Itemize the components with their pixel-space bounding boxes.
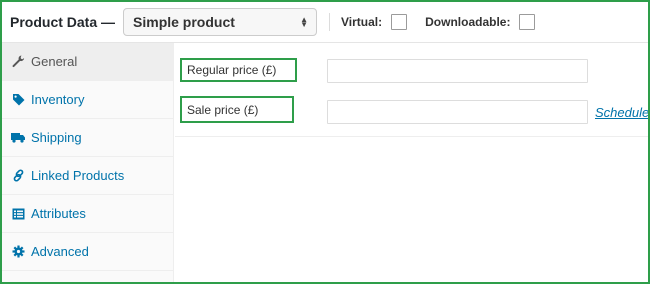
- panel-title: Product Data —: [10, 14, 116, 30]
- regular-price-input[interactable]: [327, 59, 588, 83]
- virtual-checkbox[interactable]: [391, 14, 408, 30]
- select-arrows-icon: ▲ ▼: [300, 15, 309, 29]
- regular-price-label: Regular price (£): [180, 58, 297, 82]
- tab-general[interactable]: General: [2, 43, 173, 81]
- tab-advanced-label: Advanced: [31, 244, 89, 259]
- link-icon: [10, 169, 26, 183]
- downloadable-label: Downloadable:: [425, 15, 511, 29]
- wrench-icon: [10, 55, 26, 69]
- header-divider: [329, 13, 331, 31]
- product-type-select[interactable]: Simple product ▲ ▼: [123, 8, 318, 36]
- pricing-fields: Regular price (£) Sale price (£) Schedul…: [175, 43, 648, 137]
- downloadable-checkbox[interactable]: [519, 14, 536, 30]
- schedule-link[interactable]: Schedule: [595, 105, 648, 120]
- tab-inventory[interactable]: Inventory: [2, 81, 173, 119]
- tag-icon: [10, 93, 26, 107]
- product-data-tabs: General Inventory Shipping Linked Produc…: [2, 43, 174, 282]
- tab-general-label: General: [31, 54, 78, 69]
- tab-linked-products-label: Linked Products: [31, 168, 125, 183]
- sale-price-label: Sale price (£): [180, 96, 294, 123]
- virtual-label: Virtual:: [341, 15, 383, 29]
- tab-linked-products[interactable]: Linked Products: [2, 157, 173, 195]
- tab-inventory-label: Inventory: [31, 92, 85, 107]
- tab-attributes-label: Attributes: [31, 206, 86, 221]
- tab-shipping-label: Shipping: [31, 130, 82, 145]
- product-type-value: Simple product: [133, 14, 235, 30]
- sale-price-input[interactable]: [327, 100, 588, 124]
- list-icon: [10, 207, 26, 221]
- truck-icon: [10, 131, 26, 145]
- general-options-panel: Regular price (£) Sale price (£) Schedul…: [175, 43, 648, 282]
- product-data-panel: Product Data — Simple product ▲ ▼ Virtual…: [0, 0, 650, 284]
- tab-shipping[interactable]: Shipping: [2, 119, 173, 157]
- tab-attributes[interactable]: Attributes: [2, 195, 173, 233]
- tab-advanced[interactable]: Advanced: [2, 233, 173, 271]
- gear-icon: [10, 245, 26, 259]
- product-data-header: Product Data — Simple product ▲ ▼ Virtual…: [2, 2, 648, 43]
